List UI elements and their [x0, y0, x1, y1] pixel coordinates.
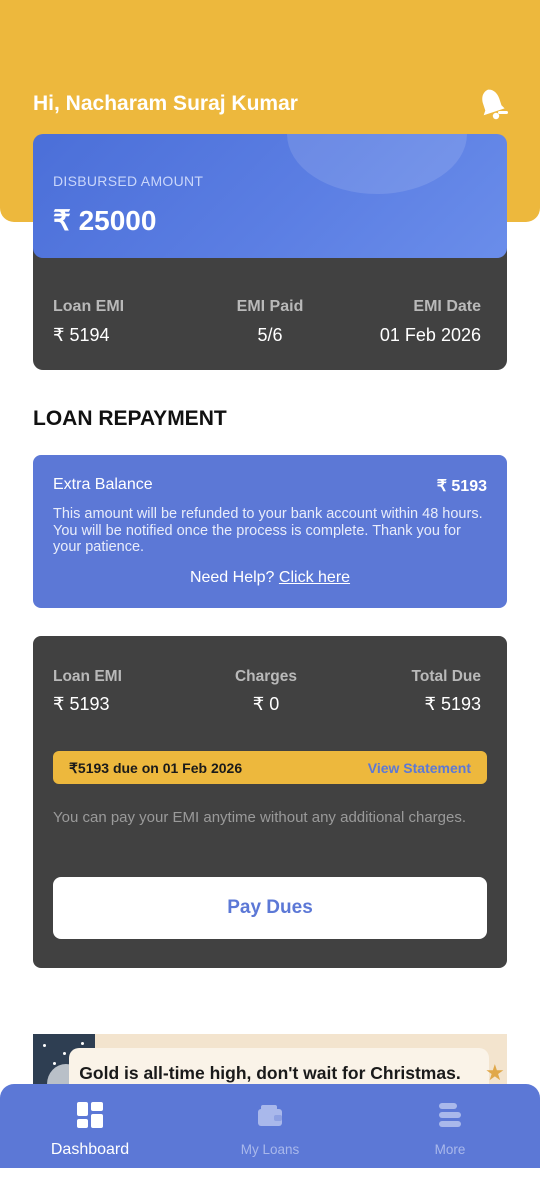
emi-summary-card: Loan EMI ₹ 5194 EMI Paid 5/6 EMI Date 01… — [33, 246, 507, 370]
snowflake-dot — [81, 1042, 84, 1045]
emi-date-label: EMI Date — [413, 298, 481, 315]
pay-anytime-note: You can pay your EMI anytime without any… — [53, 809, 467, 826]
nav-dashboard[interactable]: Dashboard — [0, 1084, 180, 1168]
snowflake-dot — [43, 1044, 46, 1047]
nav-dashboard-label: Dashboard — [50, 1141, 130, 1158]
extra-balance-amount: ₹ 5193 — [436, 478, 487, 495]
dashboard-screen: Hi, Nacharam Suraj Kumar DISBURSED AMOUN… — [0, 0, 540, 1200]
disbursed-amount-value: ₹ 25000 — [53, 205, 157, 236]
extra-balance-card: Extra Balance ₹ 5193 This amount will be… — [33, 455, 507, 608]
pay-dues-button[interactable]: Pay Dues — [53, 877, 487, 939]
snowflake-dot — [63, 1052, 66, 1055]
refund-message: This amount will be refunded to your ban… — [53, 506, 483, 555]
card-glow — [287, 134, 467, 194]
help-line: Need Help? Click here — [33, 569, 507, 587]
star-icon: ★ — [485, 1060, 505, 1085]
dashboard-icon — [77, 1102, 103, 1128]
due-notice-text: ₹5193 due on 01 Feb 2026 — [69, 760, 243, 776]
total-due-value: ₹ 5193 — [424, 694, 482, 714]
bottom-navigation: Dashboard My Loans More — [0, 1084, 540, 1168]
help-prefix: Need Help? — [189, 569, 275, 586]
total-due-label: Total Due — [411, 668, 481, 685]
emi-date-value: 01 Feb 2026 — [379, 325, 481, 345]
wallet-icon — [258, 1105, 282, 1126]
nav-more-label: More — [434, 1142, 466, 1157]
promo-text: Gold is all-time high, don't wait for Ch… — [79, 1063, 461, 1083]
dues-card: Loan EMI ₹ 5193 Charges ₹ 0 Total Due ₹ … — [33, 636, 507, 968]
disbursed-amount-card: DISBURSED AMOUNT ₹ 25000 — [33, 134, 507, 258]
menu-icon — [439, 1103, 461, 1127]
view-statement-link[interactable]: View Statement — [368, 760, 471, 776]
nav-my-loans[interactable]: My Loans — [180, 1084, 360, 1168]
loan-repayment-title: LOAN REPAYMENT — [33, 407, 227, 430]
total-due-column: Total Due ₹ 5193 — [412, 668, 481, 715]
click-here-link[interactable]: Click here — [279, 569, 350, 586]
due-date-banner: ₹5193 due on 01 Feb 2026 View Statement — [53, 751, 487, 784]
bell-icon[interactable] — [478, 86, 510, 120]
extra-balance-title: Extra Balance — [53, 476, 153, 493]
emi-date-column: EMI Date 01 Feb 2026 — [380, 298, 481, 346]
nav-my-loans-label: My Loans — [240, 1142, 300, 1157]
nav-more[interactable]: More — [360, 1084, 540, 1168]
disbursed-label: DISBURSED AMOUNT — [53, 173, 204, 189]
greeting-text: Hi, Nacharam Suraj Kumar — [33, 92, 298, 115]
